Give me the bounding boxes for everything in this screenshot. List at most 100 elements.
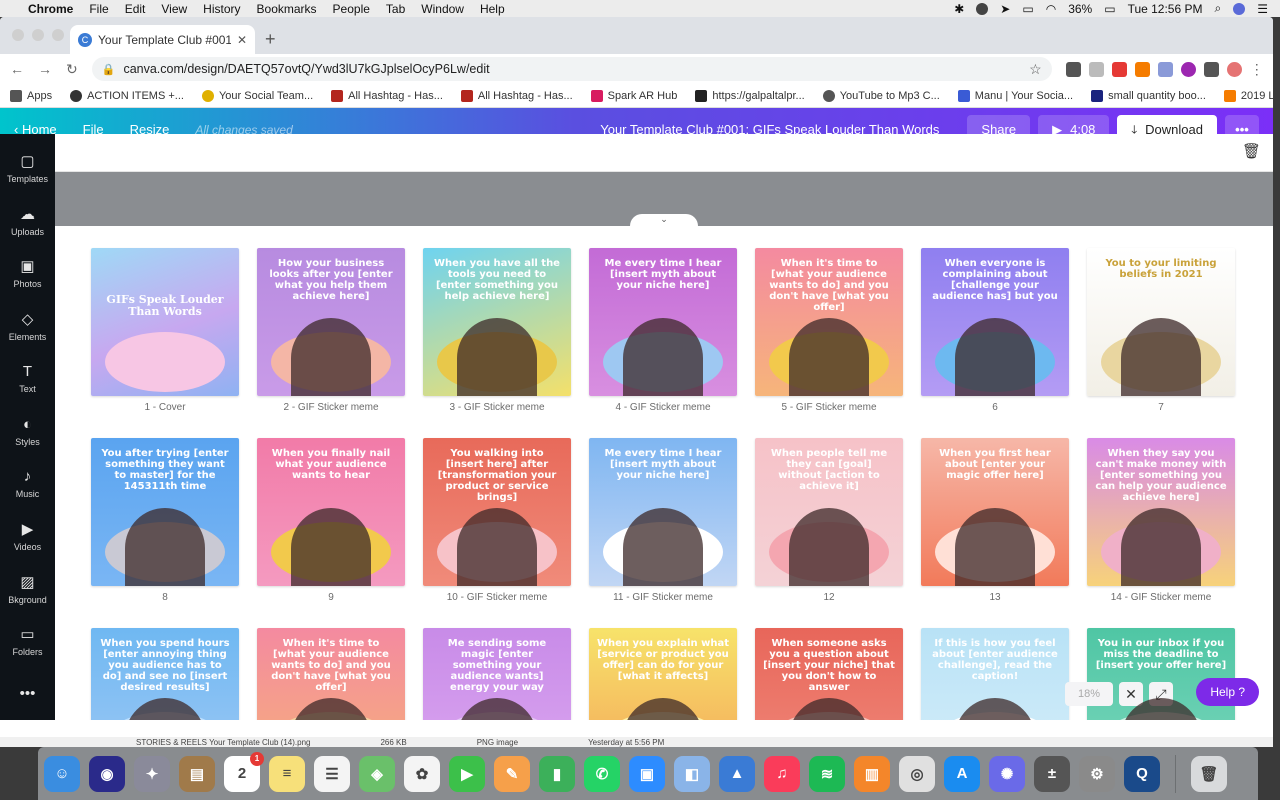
page-thumbnail-cell[interactable]: When you finally nail what your audience… [257, 438, 405, 628]
delete-page-icon[interactable]: 🗑 [1242, 142, 1261, 160]
bookmark-item[interactable]: Manu | Your Socia... [957, 89, 1073, 102]
page-thumbnail-cell[interactable]: When people tell me they can [goal] with… [755, 438, 903, 628]
extension-icon[interactable] [1111, 61, 1127, 77]
notification-center-icon[interactable]: ☰ [1257, 2, 1268, 16]
menu-help[interactable]: Help [480, 2, 505, 16]
page-thumbnail[interactable]: How your business looks after you [enter… [257, 248, 405, 396]
bookmark-item[interactable]: Spark AR Hub [590, 89, 677, 102]
reload-icon[interactable]: ↻ [66, 61, 78, 78]
extensions-puzzle-icon[interactable] [1203, 61, 1219, 77]
forward-icon[interactable]: → [38, 61, 52, 77]
music-icon[interactable]: ♫ [764, 755, 800, 792]
menu-app-name[interactable]: Chrome [28, 2, 73, 16]
quicktime-icon[interactable]: Q [1124, 755, 1160, 792]
sidebar-item-elements[interactable]: ◇ Elements [0, 300, 55, 353]
menu-history[interactable]: History [203, 2, 240, 16]
keynote-icon[interactable]: ▲ [719, 755, 755, 792]
profile-avatar[interactable] [1226, 61, 1242, 77]
bookmark-star-icon[interactable]: ☆ [1029, 61, 1042, 78]
facetime-icon[interactable]: ▶ [449, 755, 485, 792]
bookmark-item[interactable]: ACTION ITEMS +... [70, 89, 184, 102]
page-thumbnail-cell[interactable]: You walking into [insert here] after [tr… [423, 438, 571, 628]
sidebar-item-styles[interactable]: ◐ Styles [0, 405, 55, 458]
menu-file[interactable]: File [89, 2, 108, 16]
page-thumbnail-cell[interactable]: When it's time to [what your audience wa… [257, 628, 405, 720]
minimize-window-button[interactable] [32, 29, 44, 41]
trash-bin-icon[interactable]: 🗑 [1191, 755, 1227, 792]
page-thumbnail-cell[interactable]: When you spend hours [enter annoying thi… [91, 628, 239, 720]
new-tab-button[interactable]: + [265, 25, 276, 54]
spotify-icon[interactable]: ≋ [809, 755, 845, 792]
page-caption[interactable]: 10 - GIF Sticker meme [447, 592, 548, 603]
status-creative-cloud-icon[interactable] [976, 2, 989, 15]
bookmark-item[interactable]: https://galpaltalpr... [695, 89, 805, 102]
numbers-icon[interactable]: ▮ [539, 755, 575, 792]
extension-icon[interactable] [1157, 61, 1173, 77]
maps-icon[interactable]: ◈ [359, 755, 395, 792]
bookmark-item[interactable]: Your Social Team... [201, 89, 313, 102]
page-thumbnail[interactable]: You walking into [insert here] after [tr… [423, 438, 571, 586]
page-thumbnail-cell[interactable]: When they say you can't make money with … [1087, 438, 1235, 628]
chrome-icon[interactable]: ◎ [899, 755, 935, 792]
close-grid-icon[interactable]: ✕ [1119, 682, 1143, 706]
page-thumbnail-cell[interactable]: Me sending some magic [enter something y… [423, 628, 571, 720]
page-caption[interactable]: 14 - GIF Sticker meme [1111, 592, 1212, 603]
page-caption[interactable]: 8 [162, 592, 168, 603]
page-thumbnail-cell[interactable]: When it's time to [what your audience wa… [755, 248, 903, 438]
sidebar-item-folders[interactable]: ▭ Folders [0, 615, 55, 668]
page-thumbnail[interactable]: When it's time to [what your audience wa… [755, 248, 903, 396]
download-file-name[interactable]: STORIES & REELS Your Template Club (14).… [136, 738, 310, 747]
extension-icon[interactable] [1088, 61, 1104, 77]
page-thumbnail[interactable]: You in our inbox if you miss the deadlin… [1087, 628, 1235, 720]
help-button[interactable]: Help ? [1196, 678, 1259, 706]
page-thumbnail[interactable]: When someone asks you a question about [… [755, 628, 903, 720]
status-airplay-icon[interactable]: ▭ [1022, 2, 1033, 16]
sidebar-item-bkground[interactable]: ▨ Bkground [0, 562, 55, 615]
page-thumbnail-cell[interactable]: You to your limiting beliefs in 2021 7 [1087, 248, 1235, 438]
page-thumbnail-cell[interactable]: When someone asks you a question about [… [755, 628, 903, 720]
bookmark-item[interactable]: Apps [10, 89, 52, 102]
collapse-grid-chevron-icon[interactable]: ⌄ [630, 214, 698, 226]
pages-icon[interactable]: ✎ [494, 755, 530, 792]
page-thumbnail[interactable]: You to your limiting beliefs in 2021 [1087, 248, 1235, 396]
reminders-icon[interactable]: ☰ [314, 755, 350, 792]
status-wifi-icon[interactable]: ◠ [1046, 2, 1056, 16]
sidebar-item-uploads[interactable]: ☁ Uploads [0, 195, 55, 248]
spotlight-search-icon[interactable]: ⌕ [1215, 1, 1222, 16]
maximize-window-button[interactable] [52, 29, 64, 41]
status-bluetooth-icon[interactable]: ✱ [954, 2, 964, 16]
close-window-button[interactable] [12, 29, 24, 41]
page-thumbnail-cell[interactable]: When you have all the tools you need to … [423, 248, 571, 438]
menu-view[interactable]: View [161, 2, 187, 16]
page-caption[interactable]: 12 [823, 592, 834, 603]
sidebar-item-photos[interactable]: ▣ Photos [0, 247, 55, 300]
page-thumbnail[interactable]: When it's time to [what your audience wa… [257, 628, 405, 720]
back-icon[interactable]: ← [10, 61, 24, 77]
sidebar-item-more[interactable]: ••• [0, 667, 55, 720]
notes-icon[interactable]: ≡ [269, 755, 305, 792]
bookmark-item[interactable]: 2019 Let's Confer... [1223, 89, 1273, 102]
close-tab-icon[interactable]: ✕ [237, 33, 247, 47]
page-thumbnail-cell[interactable]: When you first hear about [enter your ma… [921, 438, 1069, 628]
extension-icon[interactable] [1180, 61, 1196, 77]
chrome-menu-icon[interactable]: ⋮ [1250, 61, 1264, 78]
page-thumbnail[interactable]: When you first hear about [enter your ma… [921, 438, 1069, 586]
menubar-clock[interactable]: Tue 12:56 PM [1128, 2, 1203, 16]
battery-icon[interactable]: ▭ [1104, 2, 1115, 16]
page-thumbnail-cell[interactable]: Me every time I hear [insert myth about … [589, 438, 737, 628]
page-thumbnail-cell[interactable]: When everyone is complaining about [chal… [921, 248, 1069, 438]
extension-icon[interactable] [1134, 61, 1150, 77]
page-caption[interactable]: 2 - GIF Sticker meme [283, 402, 378, 413]
notebook-icon[interactable]: ▤ [179, 755, 215, 792]
page-thumbnail-cell[interactable]: When you explain what [service or produc… [589, 628, 737, 720]
app-store-icon[interactable]: A [944, 755, 980, 792]
sidebar-item-videos[interactable]: ▶ Videos [0, 510, 55, 563]
page-thumbnail[interactable]: Me sending some magic [enter something y… [423, 628, 571, 720]
extension-icon[interactable] [1065, 61, 1081, 77]
page-thumbnail[interactable]: Me every time I hear [insert myth about … [589, 438, 737, 586]
menu-window[interactable]: Window [421, 2, 464, 16]
page-thumbnail[interactable]: Me every time I hear [insert myth about … [589, 248, 737, 396]
page-thumbnail[interactable]: When you finally nail what your audience… [257, 438, 405, 586]
page-thumbnail[interactable]: When everyone is complaining about [chal… [921, 248, 1069, 396]
sidebar-item-music[interactable]: ♪ Music [0, 457, 55, 510]
